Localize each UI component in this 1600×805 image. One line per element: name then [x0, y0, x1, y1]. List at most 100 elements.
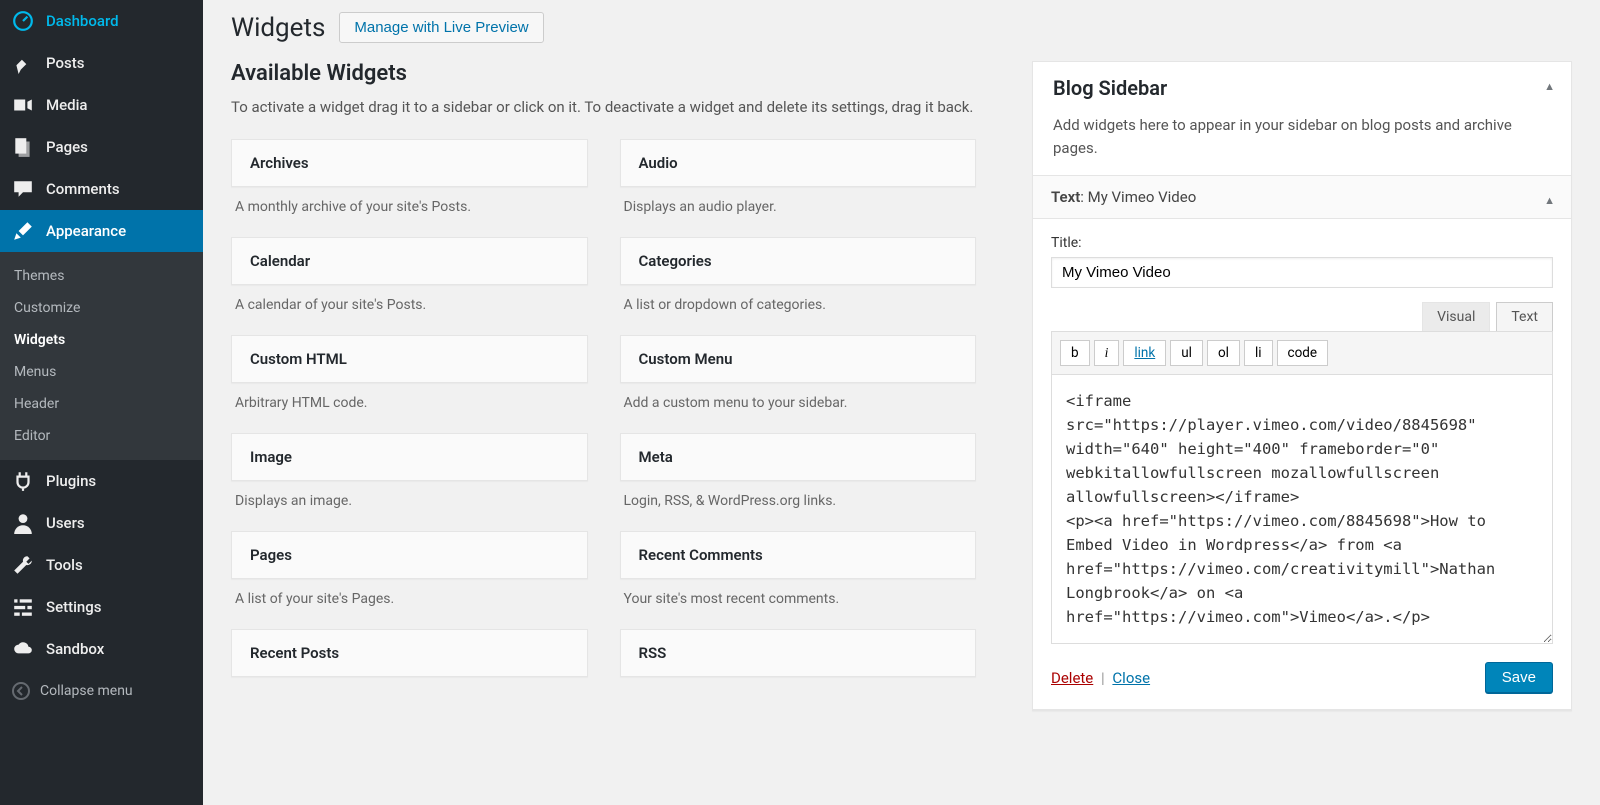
sidebar-item-label: Pages: [46, 138, 88, 156]
sidebar-item-posts[interactable]: Posts: [0, 42, 203, 84]
widget-custom-menu[interactable]: Custom Menu: [620, 335, 977, 383]
sidebar-item-media[interactable]: Media: [0, 84, 203, 126]
sidebar-item-dashboard[interactable]: Dashboard: [0, 0, 203, 42]
widget-calendar[interactable]: Calendar: [231, 237, 588, 285]
bold-button[interactable]: b: [1060, 340, 1090, 366]
close-link[interactable]: Close: [1112, 669, 1150, 687]
sidebar-item-sandbox[interactable]: Sandbox: [0, 628, 203, 670]
blog-sidebar-header[interactable]: Blog Sidebar ▲: [1033, 62, 1571, 114]
link-button[interactable]: link: [1123, 340, 1166, 366]
sidebar-item-label: Comments: [46, 180, 120, 198]
available-widget: CalendarA calendar of your site's Posts.: [231, 237, 588, 321]
submenu-item-editor[interactable]: Editor: [0, 420, 203, 452]
available-widget: Recent CommentsYour site's most recent c…: [620, 531, 977, 615]
available-widget: Custom MenuAdd a custom menu to your sid…: [620, 335, 977, 419]
sidebar-item-pages[interactable]: Pages: [0, 126, 203, 168]
widget-desc: Displays an image.: [231, 481, 588, 517]
ol-button[interactable]: ol: [1207, 340, 1240, 366]
li-button[interactable]: li: [1244, 340, 1273, 366]
blog-sidebar-panel: Blog Sidebar ▲ Add widgets here to appea…: [1032, 61, 1572, 711]
available-heading: Available Widgets: [231, 61, 976, 86]
widget-title-suffix: : My Vimeo Video: [1080, 188, 1196, 206]
triangle-up-icon: ▲: [1544, 194, 1555, 207]
italic-button[interactable]: i: [1094, 340, 1120, 366]
pin-icon: [12, 52, 34, 74]
sidebar-item-label: Users: [46, 514, 85, 532]
available-widget: RSS: [620, 629, 977, 677]
sidebar-item-label: Posts: [46, 54, 84, 72]
ul-button[interactable]: ul: [1170, 340, 1203, 366]
widget-pages[interactable]: Pages: [231, 531, 588, 579]
sidebar-item-label: Media: [46, 96, 88, 114]
separator: |: [1097, 669, 1109, 687]
page-icon: [12, 136, 34, 158]
triangle-up-icon: ▲: [1544, 80, 1555, 93]
widget-desc: A monthly archive of your site's Posts.: [231, 187, 588, 223]
widget-audio[interactable]: Audio: [620, 139, 977, 187]
sidebar-item-appearance[interactable]: Appearance: [0, 210, 203, 252]
widget-custom-html[interactable]: Custom HTML: [231, 335, 588, 383]
sidebar-item-label: Settings: [46, 598, 102, 616]
sidebar-item-tools[interactable]: Tools: [0, 544, 203, 586]
sidebar-item-label: Dashboard: [46, 12, 119, 30]
sidebar-item-label: Appearance: [46, 222, 126, 240]
available-widgets-section: Available Widgets To activate a widget d…: [231, 61, 976, 691]
widget-desc: A list or dropdown of categories.: [620, 285, 977, 321]
wrench-icon: [12, 554, 34, 576]
submenu-item-header[interactable]: Header: [0, 388, 203, 420]
collapse-menu[interactable]: Collapse menu: [0, 670, 203, 712]
widget-desc: A list of your site's Pages.: [231, 579, 588, 615]
widget-desc: Displays an audio player.: [620, 187, 977, 223]
widget-meta[interactable]: Meta: [620, 433, 977, 481]
live-preview-button[interactable]: Manage with Live Preview: [339, 12, 543, 43]
sidebar-item-settings[interactable]: Settings: [0, 586, 203, 628]
submenu-item-themes[interactable]: Themes: [0, 260, 203, 292]
comment-icon: [12, 178, 34, 200]
widget-title-input[interactable]: [1051, 257, 1553, 288]
widget-instance-body: Title: Visual Text b i link ul ol: [1033, 219, 1571, 709]
sidebar-item-plugins[interactable]: Plugins: [0, 460, 203, 502]
submenu-item-widgets[interactable]: Widgets: [0, 324, 203, 356]
widget-desc: Your site's most recent comments.: [620, 579, 977, 615]
widget-grid: ArchivesA monthly archive of your site's…: [231, 139, 976, 691]
widget-rss[interactable]: RSS: [620, 629, 977, 677]
widget-actions: Delete | Close Save: [1051, 662, 1553, 693]
sidebar-item-users[interactable]: Users: [0, 502, 203, 544]
collapse-label: Collapse menu: [40, 683, 133, 699]
widget-desc: Arbitrary HTML code.: [231, 383, 588, 419]
editor-toolbar: b i link ul ol li code: [1051, 331, 1553, 374]
media-icon: [12, 94, 34, 116]
page-header: Widgets Manage with Live Preview: [231, 12, 1572, 43]
available-widget: Custom HTMLArbitrary HTML code.: [231, 335, 588, 419]
sidebar-item-label: Tools: [46, 556, 83, 574]
widget-recent-posts[interactable]: Recent Posts: [231, 629, 588, 677]
widget-content-textarea[interactable]: [1051, 374, 1553, 644]
delete-link[interactable]: Delete: [1051, 669, 1093, 687]
brush-icon: [12, 220, 34, 242]
text-tab[interactable]: Text: [1496, 302, 1553, 331]
main-content: Widgets Manage with Live Preview Availab…: [203, 0, 1600, 805]
save-button[interactable]: Save: [1485, 662, 1553, 693]
available-widget: ImageDisplays an image.: [231, 433, 588, 517]
widget-recent-comments[interactable]: Recent Comments: [620, 531, 977, 579]
code-button[interactable]: code: [1277, 340, 1329, 366]
widget-archives[interactable]: Archives: [231, 139, 588, 187]
widget-instance-header[interactable]: Text: My Vimeo Video ▲: [1033, 176, 1571, 219]
admin-sidebar: Dashboard Posts Media Pages Comments Appearan…: [0, 0, 203, 805]
sidebar-item-comments[interactable]: Comments: [0, 168, 203, 210]
submenu-item-customize[interactable]: Customize: [0, 292, 203, 324]
widget-categories[interactable]: Categories: [620, 237, 977, 285]
user-icon: [12, 512, 34, 534]
available-widget: PagesA list of your site's Pages.: [231, 531, 588, 615]
sidebar-item-label: Sandbox: [46, 640, 104, 658]
widget-type-label: Text: [1051, 188, 1080, 206]
available-widget: Recent Posts: [231, 629, 588, 677]
available-widget: MetaLogin, RSS, & WordPress.org links.: [620, 433, 977, 517]
widget-image[interactable]: Image: [231, 433, 588, 481]
sliders-icon: [12, 596, 34, 618]
visual-tab[interactable]: Visual: [1422, 302, 1490, 331]
submenu-item-menus[interactable]: Menus: [0, 356, 203, 388]
widget-desc: Add a custom menu to your sidebar.: [620, 383, 977, 419]
blog-sidebar-desc: Add widgets here to appear in your sideb…: [1033, 114, 1571, 175]
cloud-icon: [12, 638, 34, 660]
